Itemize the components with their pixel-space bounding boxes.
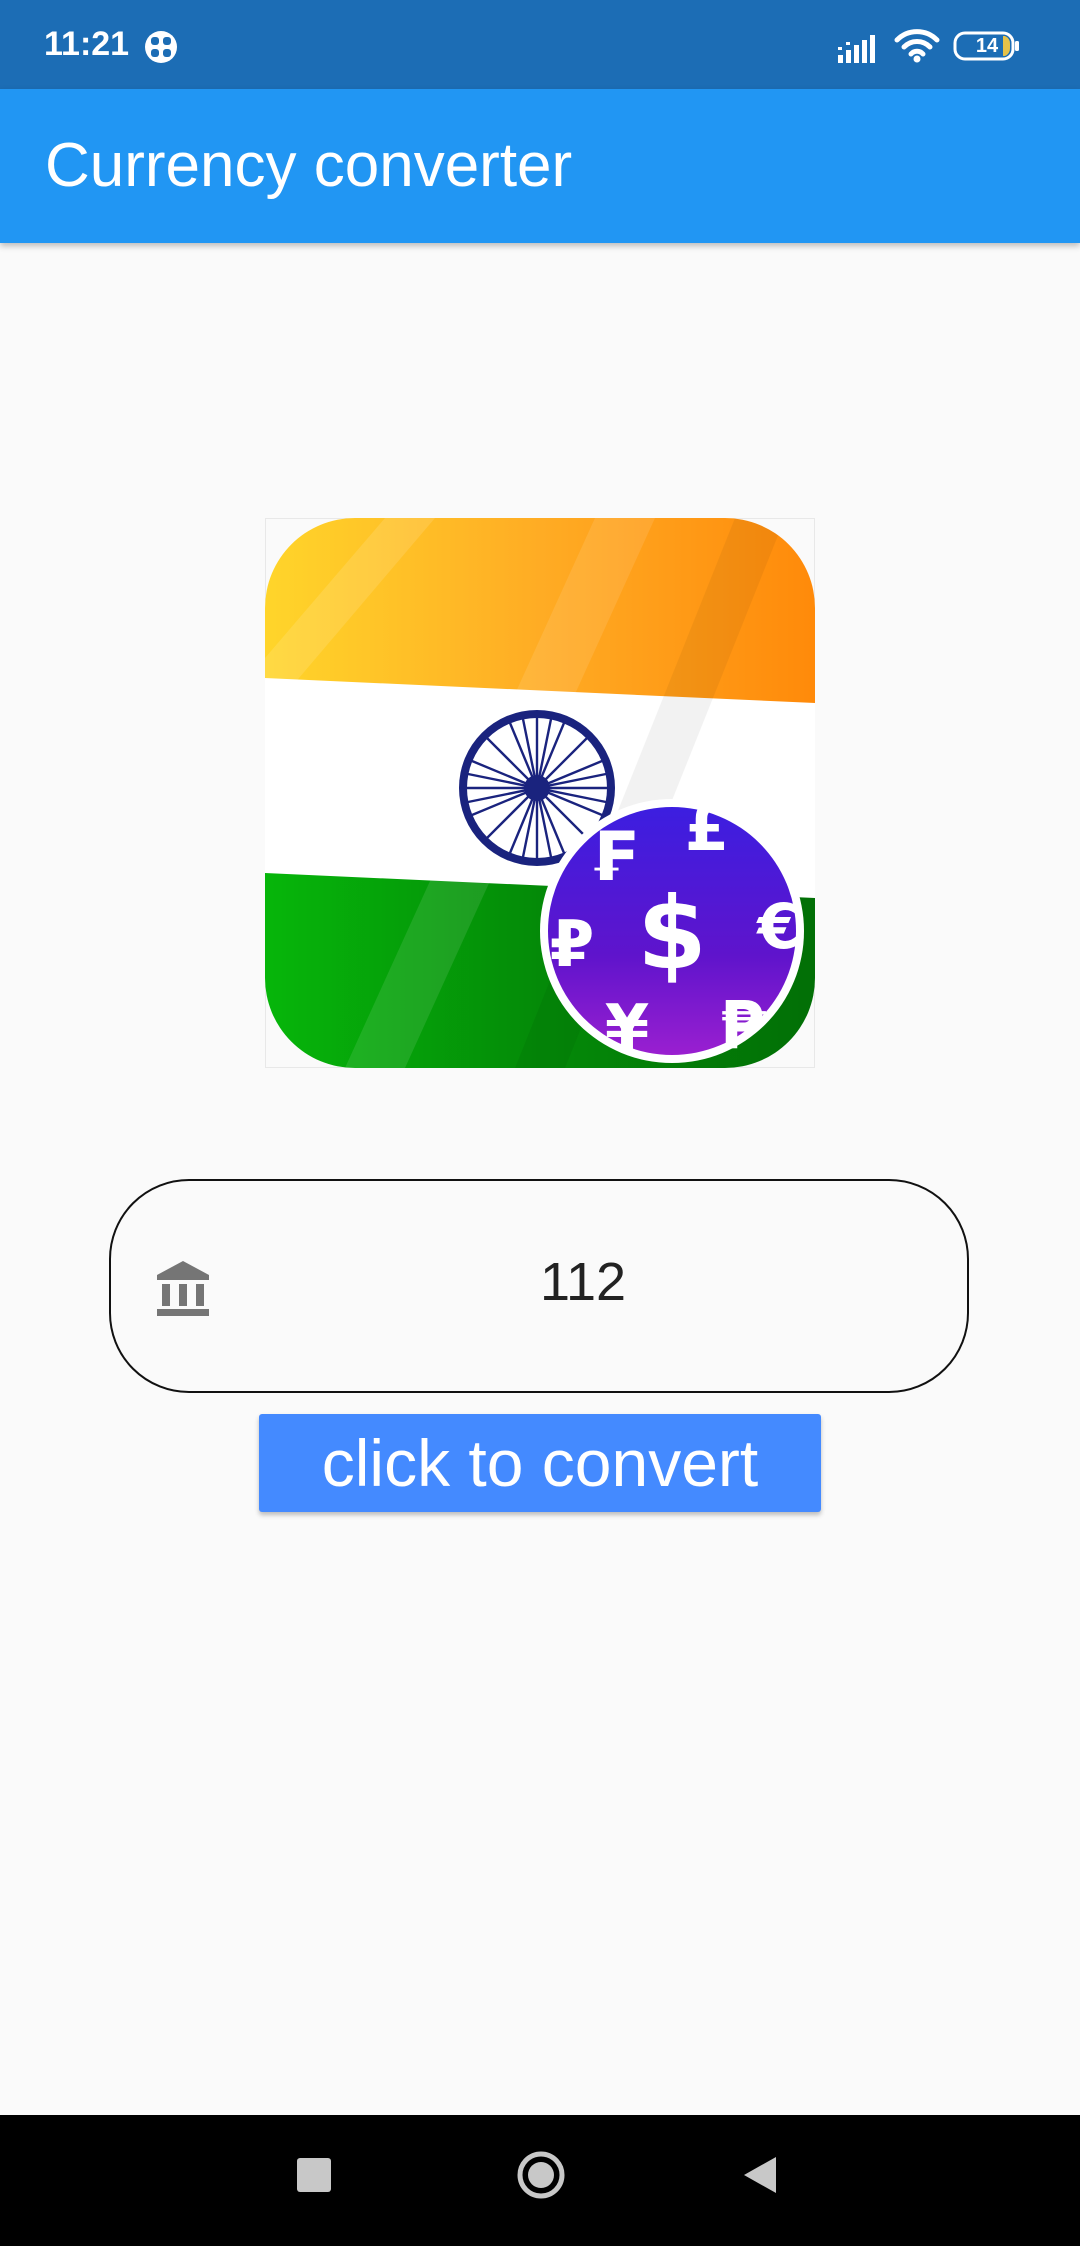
convert-button[interactable]: click to convert — [259, 1414, 821, 1512]
amount-input[interactable] — [231, 1241, 935, 1323]
battery-icon: 14 — [953, 31, 1021, 61]
svg-text:£: £ — [685, 792, 730, 866]
svg-text:₽: ₽ — [550, 908, 595, 982]
notification-icon — [145, 31, 177, 63]
recents-icon[interactable] — [297, 2158, 331, 2192]
svg-text:₱: ₱ — [720, 987, 766, 1064]
svg-text:₣: ₣ — [589, 818, 636, 897]
wifi-icon — [894, 29, 940, 63]
signal-icon — [838, 35, 875, 63]
india-flag-currency-logo: ₣ £ ₽ $ € ¥ ₱ — [265, 518, 815, 1068]
svg-text:¥: ¥ — [605, 992, 650, 1066]
app-bar: Currency converter — [0, 89, 1080, 243]
bank-icon — [157, 1261, 209, 1316]
home-icon[interactable] — [516, 2150, 566, 2200]
battery-level: 14 — [975, 35, 999, 57]
svg-text:$: $ — [637, 875, 707, 992]
back-icon[interactable] — [742, 2155, 778, 2195]
status-time: 11:21 — [44, 25, 130, 63]
page-title: Currency converter — [45, 131, 573, 200]
navigation-bar — [0, 2115, 1080, 2246]
status-bar: 11:21 14 — [0, 0, 1080, 89]
screen: 11:21 14 Currency converter ₣ £ ₽ $ € ¥ … — [0, 0, 1080, 2246]
amount-field[interactable] — [109, 1179, 969, 1393]
svg-text:€: € — [755, 890, 800, 963]
